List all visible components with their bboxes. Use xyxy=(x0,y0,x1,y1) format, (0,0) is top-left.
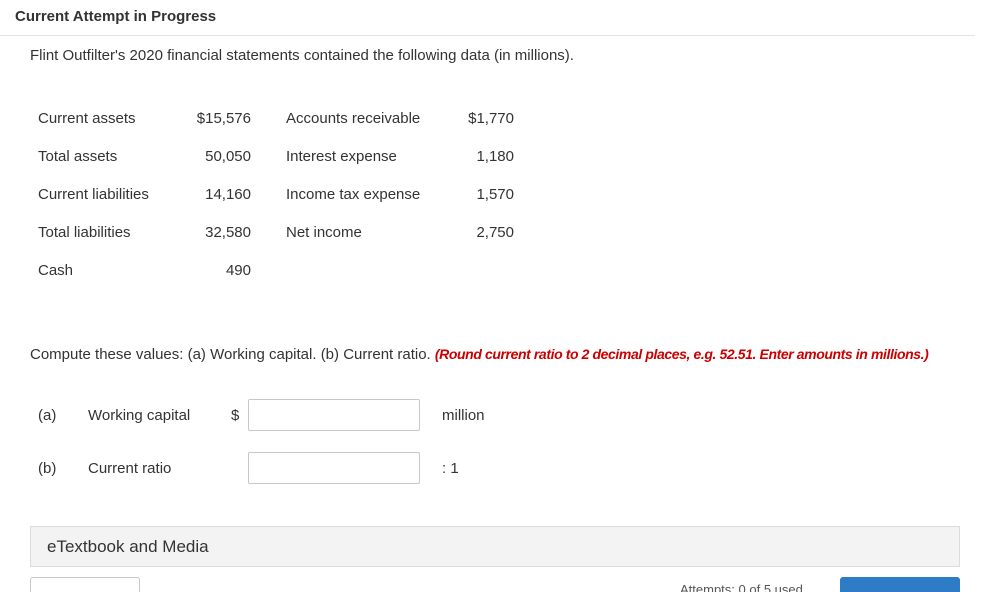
data-label xyxy=(286,251,461,289)
submit-answer-button[interactable] xyxy=(840,577,960,592)
data-value: 50,050 xyxy=(205,147,251,165)
table-row: Current liabilities 14,160 Income tax ex… xyxy=(38,175,514,213)
data-value: 32,580 xyxy=(205,223,251,241)
data-label: Accounts receivable xyxy=(286,109,421,127)
data-value: $15,576 xyxy=(196,109,251,127)
data-value: 490 xyxy=(225,261,251,279)
million-unit: million xyxy=(442,407,485,424)
data-label: Total liabilities xyxy=(38,223,131,241)
data-value: 14,160 xyxy=(205,185,251,203)
dollar-sign: $ xyxy=(231,407,240,424)
question-page: Current Attempt in Progress Flint Outfil… xyxy=(0,0,1005,592)
data-value: $1,770 xyxy=(468,109,514,127)
data-label: Cash xyxy=(38,261,74,279)
part-b-label: Current ratio xyxy=(88,460,172,477)
instruction-text: Compute these values: (a) Working capita… xyxy=(30,346,929,363)
table-row: Cash 490 xyxy=(38,251,514,289)
data-label: Interest expense xyxy=(286,147,397,165)
etextbook-media-toggle[interactable]: eTextbook and Media xyxy=(30,526,960,567)
part-b-letter: (b) xyxy=(38,460,57,477)
financial-data-table: Current assets $15,576 Accounts receivab… xyxy=(38,99,514,289)
header-bar: Current Attempt in Progress xyxy=(0,0,975,36)
data-label: Net income xyxy=(286,223,362,241)
data-value: 2,750 xyxy=(476,223,514,241)
ratio-suffix: : 1 xyxy=(442,460,459,477)
data-label: Total assets xyxy=(38,147,118,165)
rounding-note: (Round current ratio to 2 decimal places… xyxy=(434,346,929,362)
attempts-counter: Attempts: 0 of 5 used xyxy=(680,582,803,592)
etextbook-label: eTextbook and Media xyxy=(47,537,209,556)
data-label: Income tax expense xyxy=(286,185,421,203)
data-label: Current assets xyxy=(38,109,136,127)
part-a-label: Working capital xyxy=(88,407,191,424)
part-a-letter: (a) xyxy=(38,407,57,424)
working-capital-input[interactable] xyxy=(248,399,420,431)
instruction-main: Compute these values: (a) Working capita… xyxy=(30,346,435,363)
table-row: Current assets $15,576 Accounts receivab… xyxy=(38,99,514,137)
save-for-later-button[interactable] xyxy=(30,577,140,592)
data-value: 1,570 xyxy=(476,185,514,203)
table-row: Total liabilities 32,580 Net income 2,75… xyxy=(38,213,514,251)
current-ratio-input[interactable] xyxy=(248,452,420,484)
data-value xyxy=(461,251,514,289)
header-title: Current Attempt in Progress xyxy=(15,8,217,25)
problem-intro: Flint Outfilter's 2020 financial stateme… xyxy=(30,47,574,64)
data-value: 1,180 xyxy=(476,147,514,165)
data-label: Current liabilities xyxy=(38,185,149,203)
table-row: Total assets 50,050 Interest expense 1,1… xyxy=(38,137,514,175)
